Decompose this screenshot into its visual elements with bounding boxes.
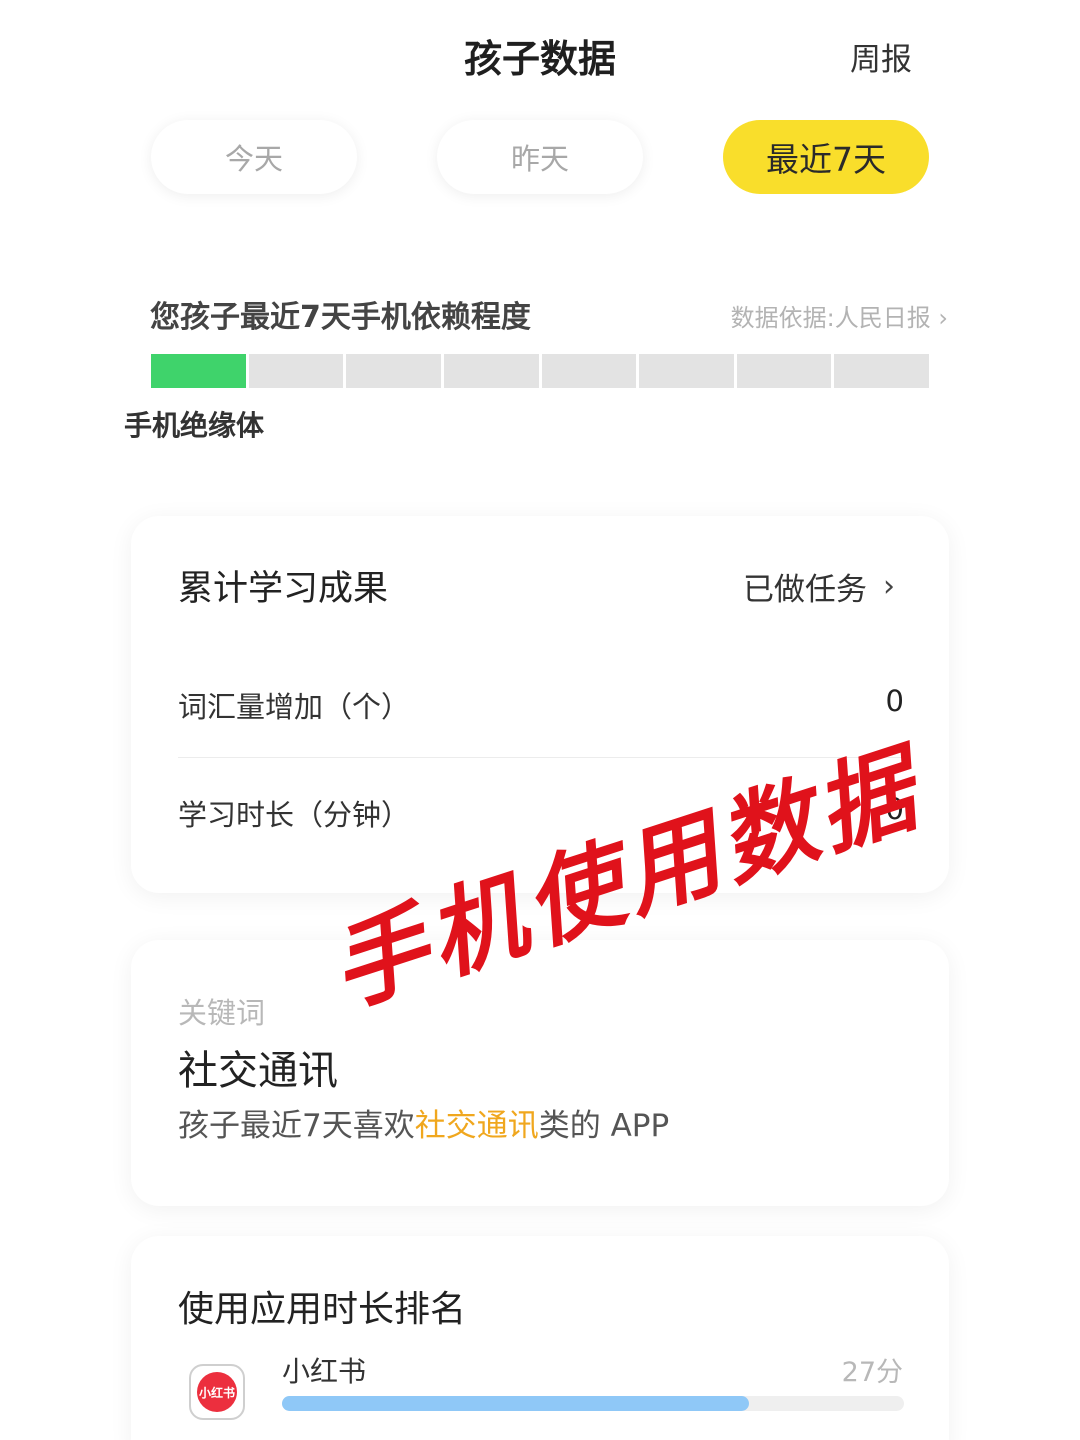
keyword-desc-suffix: 类的 APP: [538, 1108, 670, 1144]
date-range-tabs: 今天 昨天 最近7天: [0, 120, 1080, 196]
app-usage-time: 27分: [841, 1357, 903, 1388]
divider: [178, 757, 904, 758]
header: 孩子数据 周报: [0, 0, 1080, 100]
tab-today[interactable]: 今天: [151, 120, 357, 194]
study-time-value: 0: [885, 792, 904, 826]
dependency-segment: [346, 354, 441, 388]
chevron-right-icon: ›: [883, 569, 895, 604]
weekly-report-link[interactable]: 周报: [850, 34, 912, 79]
xiaohongshu-app-icon: 小红书: [189, 1364, 245, 1420]
done-tasks-link[interactable]: 已做任务 ›: [743, 564, 895, 609]
learning-title: 累计学习成果: [178, 569, 389, 609]
dependency-segment: [541, 354, 637, 388]
ranking-title: 使用应用时长排名: [178, 1289, 467, 1330]
vocab-value: 0: [885, 684, 904, 718]
tab-last-7-days[interactable]: 最近7天: [723, 120, 929, 194]
app-ranking-card: 使用应用时长排名 小红书 小红书 27分: [131, 1236, 949, 1440]
dependency-segment: [639, 354, 734, 388]
app-usage-bar: [282, 1396, 904, 1411]
app-usage-fill: [282, 1396, 749, 1411]
tab-yesterday[interactable]: 昨天: [437, 120, 643, 194]
keyword-label: 关键词: [178, 996, 266, 1030]
learning-results-card: 累计学习成果 已做任务 › 词汇量增加（个） 0 学习时长（分钟） 0: [131, 516, 949, 893]
keyword-desc-highlight: 社交通讯: [414, 1108, 539, 1144]
keyword-description: 孩子最近7天喜欢社交通讯类的 APP: [178, 1100, 669, 1145]
app-icon-text: 小红书: [197, 1372, 237, 1412]
dependency-segment: [736, 354, 832, 388]
vocab-label: 词汇量增加（个）: [178, 690, 411, 724]
study-time-label: 学习时长（分钟）: [178, 798, 411, 832]
app-name: 小红书: [282, 1355, 367, 1388]
dependency-level-bar: [151, 354, 929, 388]
keyword-card: 关键词 社交通讯 孩子最近7天喜欢社交通讯类的 APP: [131, 940, 949, 1206]
keyword-desc-prefix: 孩子最近7天喜欢: [178, 1108, 415, 1144]
dependency-segment: [151, 354, 246, 388]
keyword-value: 社交通讯: [178, 1048, 338, 1094]
done-tasks-label: 已做任务: [743, 572, 867, 608]
dependency-segment: [443, 354, 539, 388]
study-time-row: 学习时长（分钟） 0: [178, 780, 904, 840]
dependency-level-label: 手机绝缘体: [124, 409, 265, 442]
chevron-right-icon: ›: [938, 304, 948, 332]
dependency-segment: [834, 354, 929, 388]
dependency-title: 您孩子最近7天手机依赖程度: [150, 300, 531, 335]
page-title: 孩子数据: [463, 37, 616, 81]
dependency-source-label: 数据依据:人民日报: [730, 304, 931, 332]
vocab-row: 词汇量增加（个） 0: [178, 672, 904, 732]
dependency-source-link[interactable]: 数据依据:人民日报 ›: [731, 298, 948, 333]
dependency-segment: [248, 354, 344, 388]
